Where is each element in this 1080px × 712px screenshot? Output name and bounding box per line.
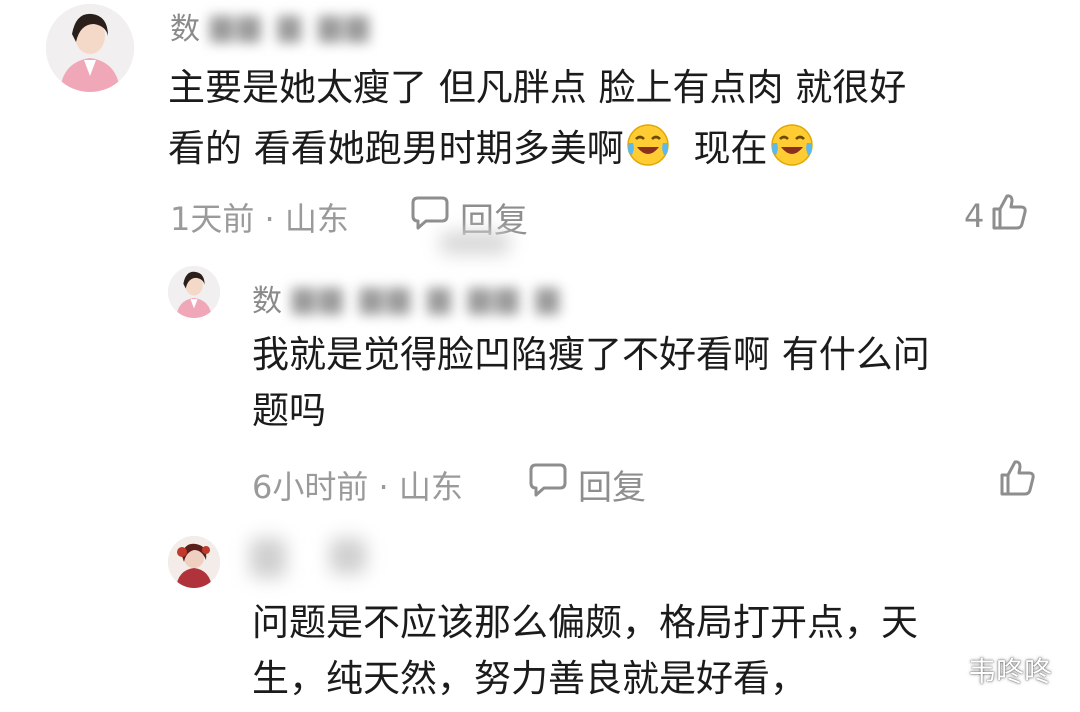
avatar[interactable]: [168, 536, 220, 588]
avatar-image: [46, 4, 134, 92]
avatar-image: [168, 536, 220, 588]
blurred-region: [440, 232, 510, 254]
username-blurred: ▆▆ ▆ ▆▆: [210, 8, 373, 43]
watermark: 韦咚咚: [912, 648, 1052, 691]
comment-text-segment: 现在: [693, 127, 768, 170]
watermark-text: 韦咚咚: [968, 654, 1053, 688]
wechat-icon: [912, 648, 960, 691]
comment-text-line: 问题是不应该那么偏颇，格局打开点，天: [252, 601, 918, 644]
reply-button[interactable]: 回复: [528, 460, 646, 509]
speech-bubble-icon: [528, 461, 568, 508]
username-blurred: ▆▆ ▆▆ ▆ ▆▆ ▆: [292, 280, 563, 315]
avatar-image: [168, 266, 220, 318]
like-count: 4: [964, 197, 985, 235]
thumbs-up-icon: [998, 458, 1036, 506]
crying-laughing-emoji-icon: [770, 123, 814, 167]
comment-meta: 1天前 · 山东: [170, 200, 349, 238]
comment-text-line: 主要是她太瘦了 但凡胖点 脸上有点肉 就很好: [168, 66, 907, 109]
comment-meta: 6小时前 · 山东: [252, 468, 463, 506]
comment-text-line: 生，纯天然，努力善良就是好看，: [252, 657, 807, 700]
thumbs-up-icon: [990, 192, 1028, 240]
blurred-username: [250, 538, 286, 578]
crying-laughing-emoji-icon: [626, 123, 670, 167]
comment-text-line: 我就是觉得脸凹陷瘦了不好看啊 有什么问: [252, 333, 930, 376]
avatar[interactable]: [168, 266, 220, 318]
username-first-char: 数: [252, 284, 282, 319]
blurred-username: [330, 538, 366, 574]
comment-text-line: 看的 看看她跑男时期多美啊 现在: [168, 118, 814, 180]
comment-text-segment: 看的 看看她跑男时期多美啊: [168, 127, 624, 170]
comment-text-line: 题吗: [252, 389, 326, 432]
like-button[interactable]: [992, 458, 1036, 506]
username-first-char: 数: [170, 12, 200, 47]
like-button[interactable]: 4: [964, 192, 1028, 240]
avatar[interactable]: [46, 4, 134, 92]
reply-label: 回复: [578, 468, 646, 508]
